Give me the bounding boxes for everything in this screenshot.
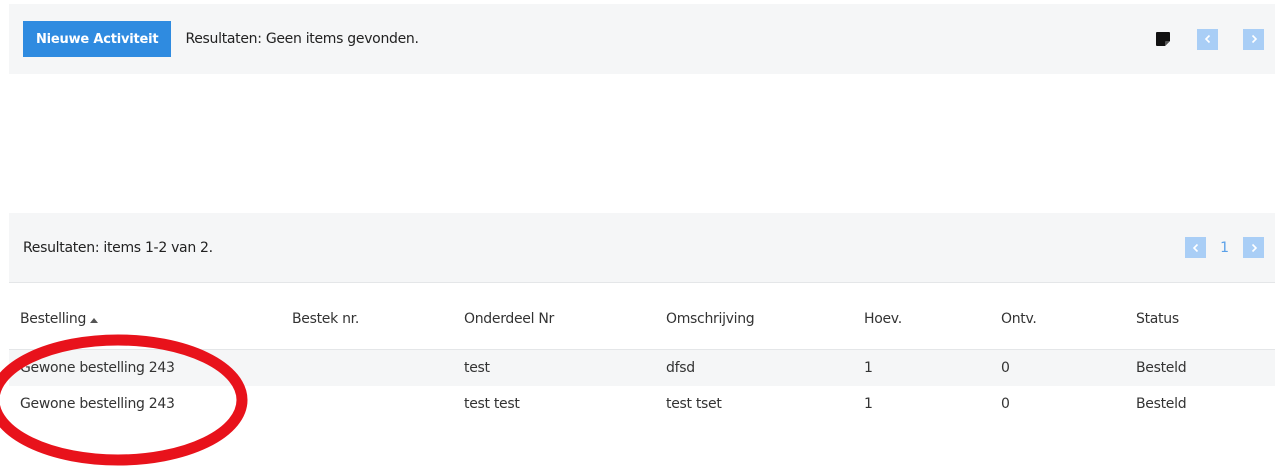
sticky-note-icon[interactable]: [1155, 31, 1171, 47]
activity-toolbar: Nieuwe Activiteit Resultaten: Geen items…: [9, 4, 1275, 74]
column-header-hoev[interactable]: Hoev.: [853, 289, 990, 350]
chevron-right-icon: [1251, 34, 1257, 44]
cell-status: Besteld: [1125, 386, 1275, 422]
cell-onderdeel-nr: test test: [453, 386, 655, 422]
prev-page-button[interactable]: [1185, 237, 1207, 258]
activity-result-text: Resultaten: Geen items gevonden.: [185, 31, 419, 47]
cell-omschrijving: dfsd: [655, 349, 853, 386]
order-result-text: Resultaten: items 1-2 van 2.: [23, 239, 213, 256]
new-activity-button[interactable]: Nieuwe Activiteit: [23, 21, 172, 57]
column-header-omschrijving[interactable]: Omschrijving: [655, 289, 853, 350]
table-row[interactable]: Gewone bestelling 243 test dfsd 1 0 Best…: [9, 349, 1275, 386]
order-pager: 1: [1185, 237, 1264, 258]
chevron-right-icon: [1251, 243, 1257, 252]
column-header-onderdeel-nr[interactable]: Onderdeel Nr: [453, 289, 655, 350]
prev-page-button[interactable]: [1197, 28, 1218, 50]
cell-omschrijving: test tset: [655, 386, 853, 422]
orders-table: Bestelling Bestek nr. Onderdeel Nr Omsch…: [9, 289, 1275, 422]
cell-hoev: 1: [853, 386, 990, 422]
column-header-bestelling[interactable]: Bestelling: [9, 289, 281, 350]
page-number[interactable]: 1: [1220, 240, 1229, 256]
cell-bestelling[interactable]: Gewone bestelling 243: [9, 349, 281, 386]
cell-hoev: 1: [853, 349, 990, 386]
chevron-left-icon: [1192, 243, 1198, 252]
next-page-button[interactable]: [1243, 28, 1264, 50]
cell-bestelling[interactable]: Gewone bestelling 243: [9, 386, 281, 422]
chevron-left-icon: [1204, 34, 1210, 44]
order-results-bar: Resultaten: items 1-2 van 2. 1: [9, 213, 1275, 283]
cell-status: Besteld: [1125, 349, 1275, 386]
table-header-row: Bestelling Bestek nr. Onderdeel Nr Omsch…: [9, 289, 1275, 350]
column-header-status[interactable]: Status: [1125, 289, 1275, 350]
cell-ontv: 0: [990, 386, 1125, 422]
next-page-button[interactable]: [1243, 237, 1264, 258]
sort-asc-icon: [90, 311, 99, 327]
activity-pager: [1155, 28, 1264, 50]
cell-ontv: 0: [990, 349, 1125, 386]
column-header-bestek-nr[interactable]: Bestek nr.: [281, 289, 453, 350]
cell-bestek-nr: [281, 349, 453, 386]
table-row[interactable]: Gewone bestelling 243 test test test tse…: [9, 386, 1275, 422]
cell-onderdeel-nr: test: [453, 349, 655, 386]
cell-bestek-nr: [281, 386, 453, 422]
column-header-ontv[interactable]: Ontv.: [990, 289, 1125, 350]
